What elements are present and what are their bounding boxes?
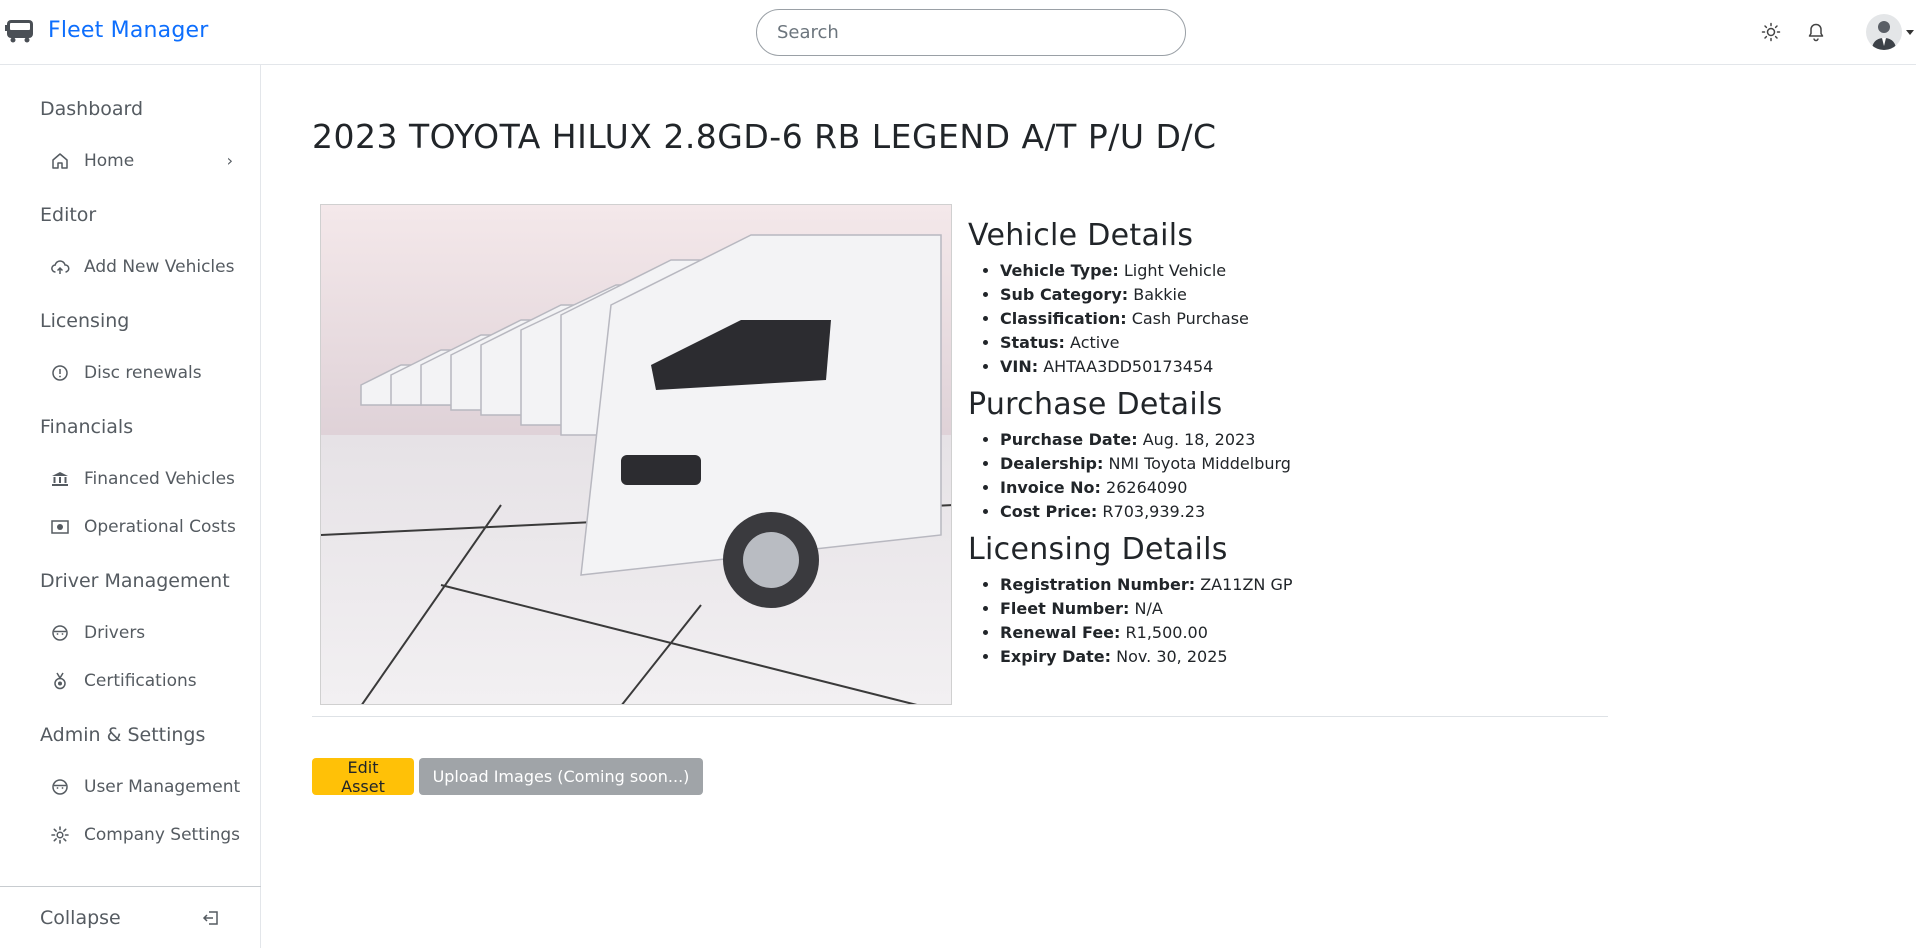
vehicle-details-heading: Vehicle Details [968, 218, 1194, 253]
list-item: Vehicle Type: Light Vehicle [1000, 259, 1608, 283]
sidebar-item-financed-vehicles[interactable]: Financed Vehicles [40, 461, 245, 497]
sidebar-item-disc-renewals[interactable]: Disc renewals [40, 355, 245, 391]
sidebar-item-certifications[interactable]: Certifications [40, 663, 245, 699]
alarm-icon [52, 365, 68, 381]
sidebar-item-operational-costs[interactable]: Operational Costs [40, 509, 245, 545]
chevron-right-icon: › [226, 151, 233, 170]
section-driver-management: Driver Management [40, 570, 230, 592]
upload-images-button[interactable]: Upload Images (Coming soon...) [419, 758, 703, 795]
edit-asset-button[interactable]: Edit Asset [312, 758, 414, 796]
list-item: VIN: AHTAA3DD50173454 [1000, 355, 1608, 379]
sun-icon[interactable] [1761, 22, 1781, 42]
sidebar-item-label: Disc renewals [84, 363, 202, 383]
medal-icon [54, 672, 66, 690]
vehicle-photo [320, 204, 952, 705]
sidebar-item-label: Operational Costs [84, 517, 236, 537]
list-item: Classification: Cash Purchase [1000, 307, 1608, 331]
app-title: Fleet Manager [48, 17, 209, 43]
list-item: Dealership: NMI Toyota Middelburg [1000, 452, 1608, 476]
cash-icon [51, 520, 69, 534]
section-admin-settings: Admin & Settings [40, 724, 206, 746]
chevron-down-icon[interactable] [1906, 30, 1914, 35]
sidebar-item-label: Certifications [84, 671, 197, 691]
bank-icon [52, 472, 68, 486]
licensing-details-heading: Licensing Details [968, 532, 1228, 567]
sidebar-item-label: Add New Vehicles [84, 257, 235, 277]
section-editor: Editor [40, 204, 97, 226]
purchase-details-heading: Purchase Details [968, 387, 1223, 422]
bus-logo-icon [5, 20, 33, 43]
list-item: Registration Number: ZA11ZN GP [1000, 573, 1608, 597]
collapse-label: Collapse [40, 906, 121, 929]
brand[interactable]: Fleet Manager [4, 14, 209, 46]
section-dashboard: Dashboard [40, 98, 144, 120]
page-title: 2023 TOYOTA HILUX 2.8GD-6 RB LEGEND A/T … [312, 117, 1217, 156]
section-financials: Financials [40, 416, 134, 438]
sidebar-item-label: Drivers [84, 623, 146, 643]
sidebar: Dashboard Home › Editor Add New Vehicles… [0, 65, 261, 948]
sidebar-item-drivers[interactable]: Drivers [40, 615, 245, 651]
driver-face-icon [52, 625, 68, 641]
sidebar-item-label: Company Settings [84, 825, 241, 845]
sidebar-item-label: User Management [84, 777, 241, 797]
licensing-details-list: Registration Number: ZA11ZN GP Fleet Num… [968, 573, 1608, 669]
gear-icon [51, 826, 69, 844]
home-icon [52, 153, 68, 169]
avatar[interactable] [1866, 14, 1902, 50]
cloud-upload-icon [51, 260, 70, 274]
list-item: Sub Category: Bakkie [1000, 283, 1608, 307]
sidebar-item-home[interactable]: Home › [40, 143, 245, 179]
bell-icon[interactable] [1806, 22, 1826, 42]
list-item: Fleet Number: N/A [1000, 597, 1608, 621]
collapse-button[interactable]: Collapse [0, 886, 261, 948]
list-item: Purchase Date: Aug. 18, 2023 [1000, 428, 1608, 452]
list-item: Expiry Date: Nov. 30, 2025 [1000, 645, 1608, 669]
sidebar-item-label: Financed Vehicles [84, 469, 235, 489]
top-bar: Fleet Manager [0, 0, 1916, 65]
section-licensing: Licensing [40, 310, 130, 332]
list-item: Invoice No: 26264090 [1000, 476, 1608, 500]
vehicle-details-list: Vehicle Type: Light Vehicle Sub Category… [968, 259, 1608, 379]
sidebar-item-company-settings[interactable]: Company Settings [40, 817, 245, 853]
divider [312, 716, 1608, 717]
sidebar-item-add-new-vehicles[interactable]: Add New Vehicles [40, 249, 245, 285]
collapse-icon [202, 910, 218, 925]
vehicle-details-panel: Vehicle Details Vehicle Type: Light Vehi… [968, 218, 1608, 677]
purchase-details-list: Purchase Date: Aug. 18, 2023 Dealership:… [968, 428, 1608, 524]
user-face-icon [52, 779, 68, 795]
list-item: Renewal Fee: R1,500.00 [1000, 621, 1608, 645]
list-item: Status: Active [1000, 331, 1608, 355]
vans-image [321, 205, 951, 704]
sidebar-item-user-management[interactable]: User Management [40, 769, 245, 805]
search-input[interactable] [756, 9, 1186, 56]
user-avatar-icon [1872, 21, 1896, 50]
sidebar-item-label: Home [84, 151, 135, 171]
list-item: Cost Price: R703,939.23 [1000, 500, 1608, 524]
